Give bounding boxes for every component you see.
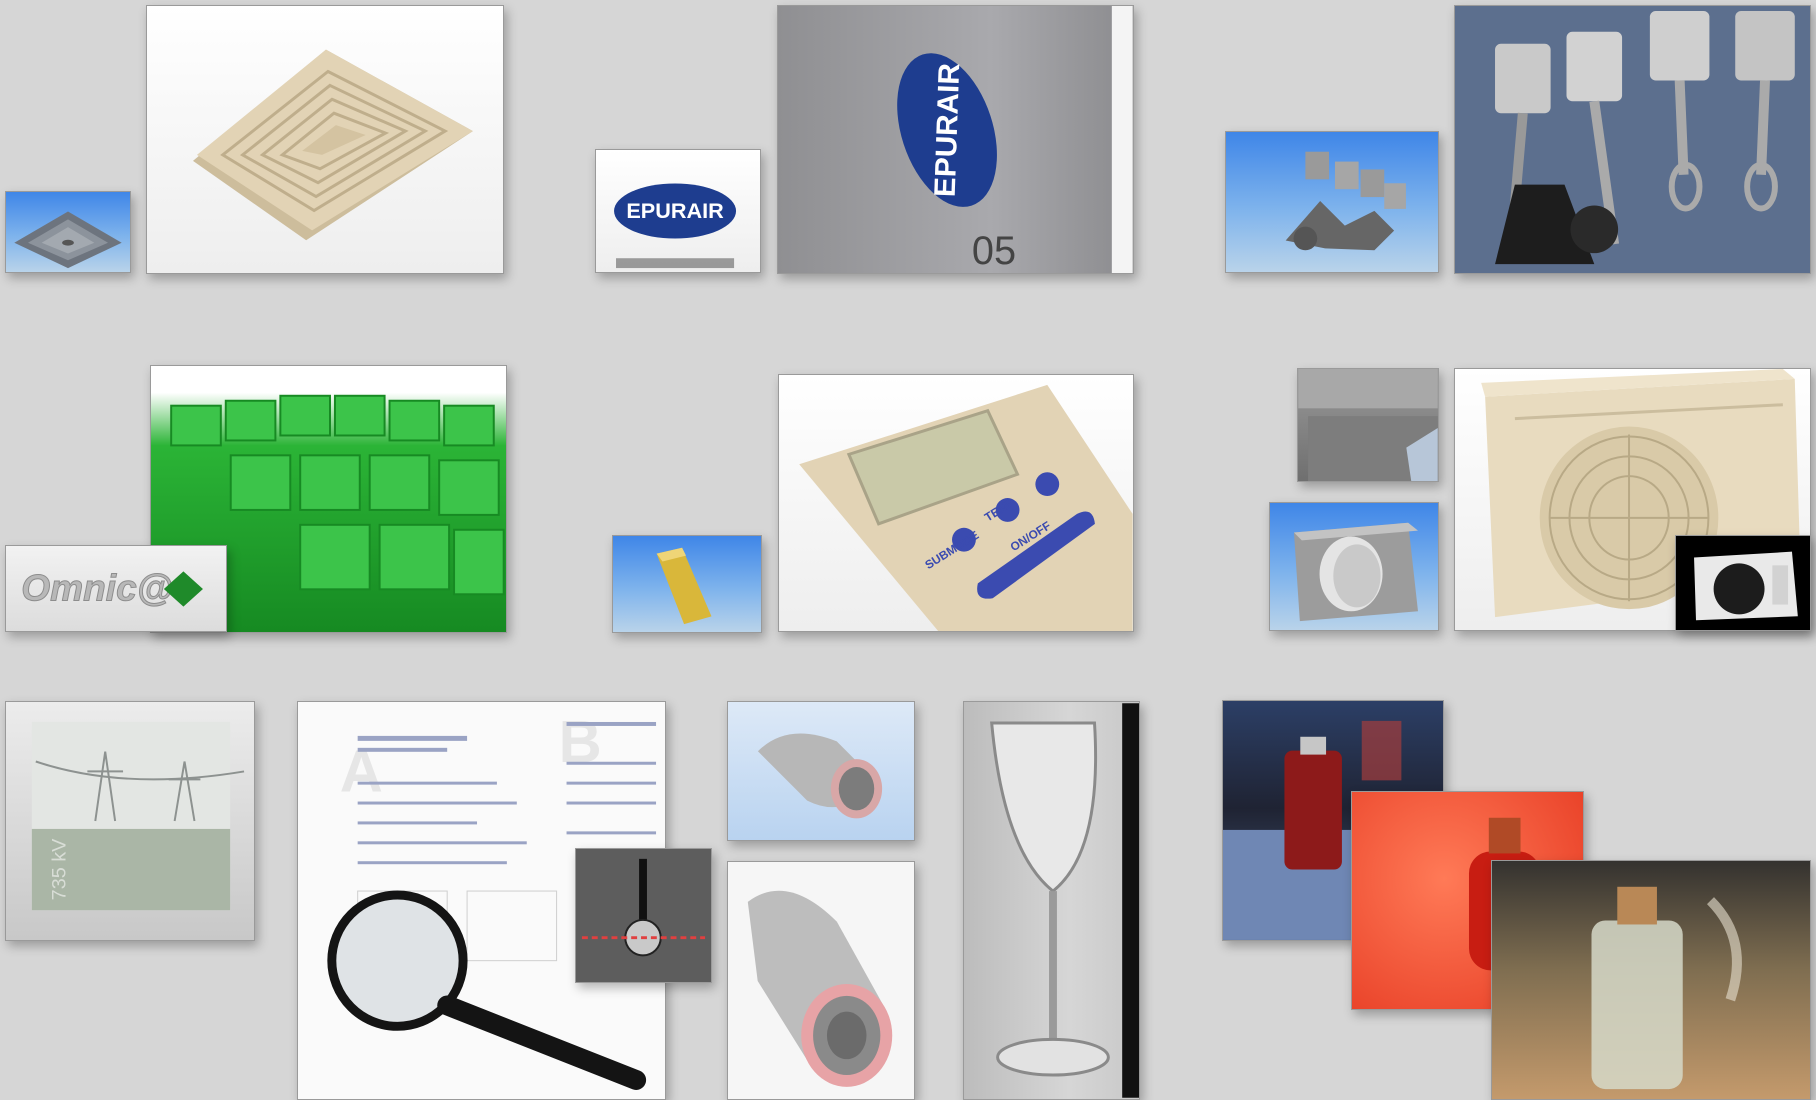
omnica-logo-text: Omnic@ — [21, 567, 173, 609]
remote-control-graphic: SUBMODE TEMP ON/OFF — [799, 384, 1133, 631]
duct-large-image[interactable] — [727, 861, 915, 1100]
duct-large-graphic — [747, 890, 893, 1087]
ceiling-vent-graphic — [192, 49, 473, 241]
wine-glass-graphic — [990, 703, 1139, 1098]
power-lines-graphic: 735 kV — [31, 721, 245, 911]
epurair-panel-logo-text: EPURAIR — [929, 63, 967, 198]
ac-dark-thumb[interactable] — [1675, 535, 1811, 631]
omnica-card-graphic: Omnic@ — [21, 566, 203, 609]
epurair-panel-model-text: 05 — [972, 229, 1016, 273]
wine-glass-image[interactable] — [963, 701, 1140, 1100]
remote-control-image[interactable]: SUBMODE TEMP ON/OFF — [778, 374, 1134, 632]
epurair-panel-image[interactable]: EPURAIR 05 — [777, 5, 1134, 274]
epurair-card-graphic: EPURAIR — [614, 183, 737, 269]
epurair-panel-graphic: EPURAIR 05 — [897, 6, 1133, 273]
power-lines-card[interactable]: 735 kV — [5, 701, 255, 941]
ceiling-vent-thumb-graphic — [14, 211, 122, 269]
omnica-logo-card[interactable]: Omnic@ — [5, 545, 227, 632]
ac-gray-thumb[interactable] — [1269, 502, 1439, 631]
perfume-wood-graphic — [1591, 886, 1742, 1090]
pistons-thumb[interactable] — [1225, 131, 1439, 273]
duct-small-image[interactable] — [727, 701, 915, 841]
ac-gray-thumb-graphic — [1293, 522, 1418, 622]
duct-small-graphic — [757, 733, 883, 819]
epurair-card-logo-text: EPURAIR — [626, 198, 724, 223]
power-voltage-text: 735 kV — [49, 838, 71, 901]
bulb-probe-thumb[interactable] — [575, 848, 712, 983]
gold-remote-thumb-graphic — [656, 547, 712, 625]
form-section-a: A — [340, 738, 383, 805]
pistons-graphic — [1495, 10, 1795, 265]
ac-top-thumb-graphic — [1298, 369, 1438, 481]
gold-remote-thumb[interactable] — [612, 535, 762, 633]
pistons-image[interactable] — [1454, 5, 1811, 274]
bulb-probe-graphic — [581, 858, 706, 957]
ac-dark-thumb-graphic — [1694, 551, 1798, 621]
epurair-logo-card[interactable]: EPURAIR — [595, 149, 761, 273]
ac-top-thumb[interactable] — [1297, 368, 1439, 482]
pistons-thumb-graphic — [1285, 151, 1406, 251]
perfume-wood-image[interactable] — [1491, 860, 1811, 1100]
ceiling-vent-image[interactable] — [146, 5, 504, 274]
ceiling-vent-thumb[interactable] — [5, 191, 131, 273]
